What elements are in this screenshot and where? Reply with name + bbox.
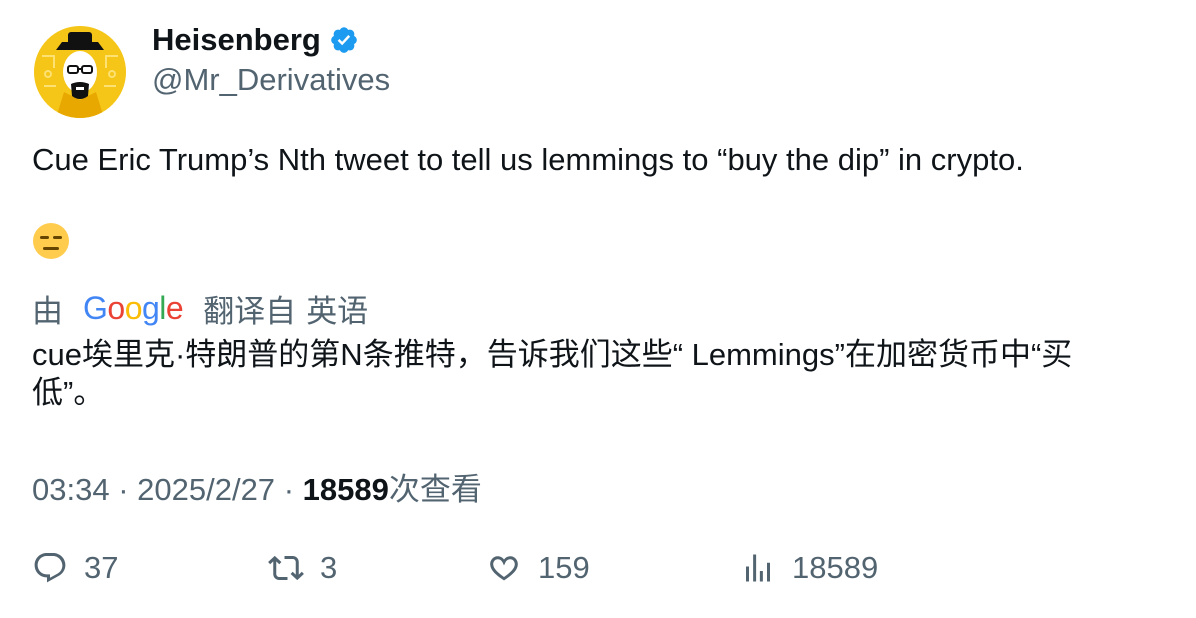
tweet-meta: 03:34 · 2025/2/27 · 18589次查看 bbox=[32, 464, 482, 509]
translation-from-label: 翻译自 bbox=[203, 294, 297, 329]
meta-separator: · bbox=[118, 472, 138, 507]
expressionless-face-emoji-icon bbox=[32, 222, 70, 260]
author-name-row[interactable]: Heisenberg bbox=[152, 22, 359, 58]
like-count: 159 bbox=[538, 550, 590, 585]
google-logo-icon: Google bbox=[83, 290, 184, 326]
views-action-count: 18589 bbox=[792, 550, 879, 585]
tweet-text: Cue Eric Trump’s Nth tweet to tell us le… bbox=[32, 142, 1024, 177]
meta-separator: · bbox=[283, 472, 303, 507]
heisenberg-avatar-icon bbox=[34, 26, 126, 118]
translation-attribution: 由 Google 翻译自 英语 bbox=[32, 286, 368, 331]
verified-badge-icon[interactable] bbox=[329, 25, 359, 55]
repost-button[interactable]: 3 bbox=[268, 550, 337, 586]
like-button[interactable]: 159 bbox=[486, 550, 590, 586]
repost-count: 3 bbox=[320, 550, 338, 585]
reply-icon bbox=[34, 553, 66, 583]
reply-button[interactable]: 37 bbox=[32, 550, 118, 586]
tweet-time[interactable]: 03:34 bbox=[32, 472, 110, 507]
heart-icon bbox=[490, 556, 518, 581]
tweet-date[interactable]: 2025/2/27 bbox=[137, 472, 275, 507]
translated-text: cue埃里克·特朗普的第N条推特，告诉我们这些“ Lemmings”在加密货币中… bbox=[32, 337, 1073, 410]
translation-by-label: 由 bbox=[32, 294, 63, 329]
views-count: 18589 bbox=[302, 472, 389, 507]
repost-icon bbox=[268, 555, 304, 581]
avatar[interactable] bbox=[34, 26, 126, 118]
author-name[interactable]: Heisenberg bbox=[152, 22, 321, 58]
views-button[interactable]: 18589 bbox=[740, 550, 878, 586]
translation-language: 英语 bbox=[306, 294, 369, 329]
analytics-icon bbox=[746, 554, 770, 582]
views-label: 次查看 bbox=[388, 472, 482, 507]
author-handle[interactable]: @Mr_Derivatives bbox=[152, 62, 390, 98]
action-bar: 37 3 159 18589 bbox=[32, 550, 1132, 594]
reply-count: 37 bbox=[84, 550, 119, 585]
